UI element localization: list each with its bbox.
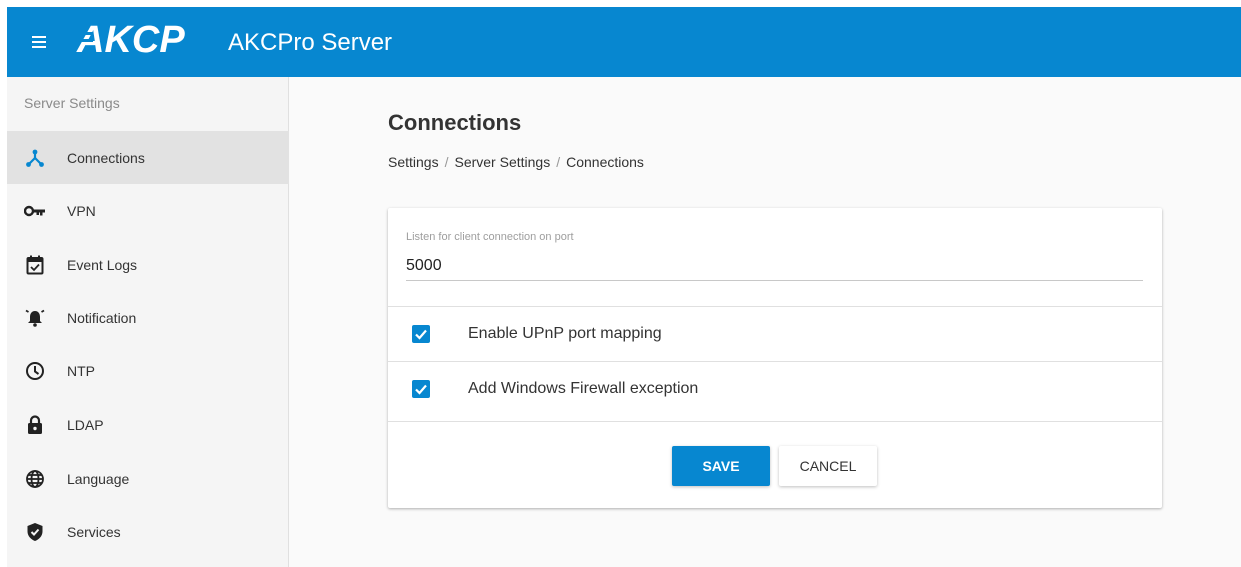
checkmark-icon xyxy=(415,329,427,340)
save-button[interactable]: SAVE xyxy=(672,446,770,486)
cancel-button[interactable]: CANCEL xyxy=(779,446,877,486)
checkmark-icon xyxy=(415,384,427,395)
sidebar-item-label: Language xyxy=(67,470,130,487)
page-title: Connections xyxy=(388,110,522,135)
firewall-option-row[interactable]: Add Windows Firewall exception xyxy=(388,362,1162,416)
connections-card: Listen for client connection on port Ena… xyxy=(388,208,1162,508)
shield-check-icon xyxy=(24,521,46,543)
akcp-logo: AKCP xyxy=(73,19,185,59)
sidebar-item-vpn[interactable]: VPN xyxy=(7,184,289,237)
sidebar-item-label: Services xyxy=(67,523,121,540)
sidebar-item-label: Notification xyxy=(67,309,137,326)
upnp-checkbox[interactable] xyxy=(412,325,430,343)
connections-icon xyxy=(24,147,46,169)
sidebar-item-services[interactable]: Services xyxy=(7,505,289,558)
sidebar-item-connections[interactable]: Connections xyxy=(7,131,289,184)
app-title: AKCPro Server xyxy=(228,29,393,56)
calendar-check-icon xyxy=(24,254,46,276)
sidebar-item-language[interactable]: Language xyxy=(7,452,289,505)
alarm-bell-icon xyxy=(24,307,46,329)
key-icon xyxy=(24,200,46,222)
sidebar: Server Settings Connections VPN Event Lo… xyxy=(7,77,289,567)
main-content: Connections Settings / Server Settings /… xyxy=(290,77,1241,567)
firewall-label: Add Windows Firewall exception xyxy=(468,380,699,397)
sidebar-item-label: Event Logs xyxy=(67,256,138,273)
breadcrumb-separator: / xyxy=(556,154,561,170)
sidebar-item-ldap[interactable]: LDAP xyxy=(7,398,289,451)
breadcrumb-item-settings[interactable]: Settings xyxy=(388,154,439,170)
port-field-label: Listen for client connection on port xyxy=(406,231,574,243)
sidebar-item-event-logs[interactable]: Event Logs xyxy=(7,238,289,291)
top-bar: AKCP AKCPro Server xyxy=(7,7,1241,77)
breadcrumb-item-server-settings[interactable]: Server Settings xyxy=(454,154,550,170)
firewall-checkbox[interactable] xyxy=(412,380,430,398)
sidebar-item-label: NTP xyxy=(67,362,95,379)
app-window: AKCP AKCPro Server Server Settings Conne… xyxy=(7,7,1241,567)
port-input[interactable] xyxy=(406,252,1143,281)
sidebar-item-label: LDAP xyxy=(67,416,104,433)
lock-icon xyxy=(24,414,46,436)
breadcrumb-separator: / xyxy=(444,154,449,170)
sidebar-item-label: VPN xyxy=(67,202,96,219)
divider xyxy=(388,421,1162,422)
sidebar-header: Server Settings xyxy=(24,95,120,111)
sidebar-item-label: Connections xyxy=(67,149,145,166)
upnp-option-row[interactable]: Enable UPnP port mapping xyxy=(388,307,1162,361)
upnp-label: Enable UPnP port mapping xyxy=(468,325,662,342)
sidebar-item-notification[interactable]: Notification xyxy=(7,291,289,344)
breadcrumb: Settings / Server Settings / Connections xyxy=(388,154,644,170)
clock-icon xyxy=(24,360,46,382)
breadcrumb-item-connections: Connections xyxy=(566,154,644,170)
globe-icon xyxy=(24,468,46,490)
sidebar-item-ntp[interactable]: NTP xyxy=(7,344,289,397)
hamburger-menu-icon[interactable] xyxy=(30,33,50,51)
